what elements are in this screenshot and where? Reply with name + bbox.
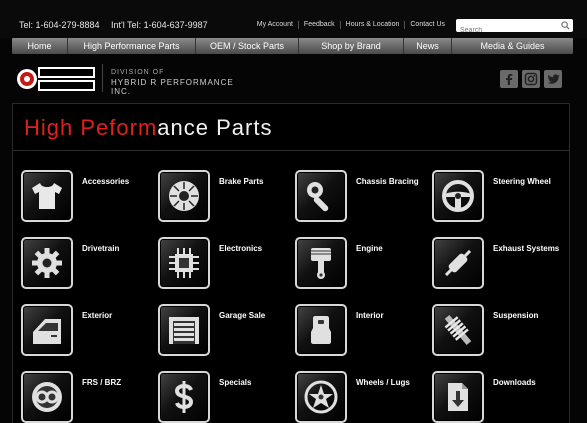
category-chassis-bracing[interactable]: Chassis Bracing	[295, 170, 425, 228]
category-label: Exterior	[82, 311, 113, 320]
search-box	[456, 19, 573, 37]
category-label: Garage Sale	[219, 311, 266, 320]
link-contact-us[interactable]: Contact Us	[404, 21, 450, 29]
category-label: Electronics	[219, 244, 263, 253]
seat-icon	[311, 316, 331, 344]
category-label: Downloads	[493, 378, 536, 387]
category-label: Specials	[219, 378, 252, 387]
steering-wheel-icon	[442, 180, 474, 212]
category-specials[interactable]: Specials	[158, 371, 288, 423]
category-steering-wheel[interactable]: Steering Wheel	[432, 170, 562, 228]
header-brand: DIVISION OF HYBRID R PERFORMANCE INC.	[16, 64, 256, 96]
division-label: DIVISION OF	[111, 69, 165, 76]
category-garage-sale[interactable]: Garage Sale	[158, 304, 288, 362]
chip-icon	[169, 248, 199, 278]
category-interior[interactable]: Interior	[295, 304, 425, 362]
category-exhaust-systems[interactable]: Exhaust Systems	[432, 237, 562, 295]
search-icon[interactable]	[561, 21, 570, 30]
category-exterior[interactable]: Exterior	[21, 304, 151, 362]
nav-oem-stock-parts[interactable]: OEM / Stock Parts	[196, 38, 299, 54]
twitter-icon[interactable]	[544, 70, 562, 88]
search-input[interactable]	[456, 24, 556, 37]
wheel-icon	[304, 380, 338, 414]
nav-home[interactable]: Home	[12, 38, 68, 54]
category-accessories[interactable]: Accessories	[21, 170, 151, 228]
wrench-icon	[307, 182, 329, 212]
category-label: Wheels / Lugs	[356, 378, 410, 387]
category-electronics[interactable]: Electronics	[158, 237, 288, 295]
link-my-account[interactable]: My Account	[252, 21, 298, 29]
utility-links: My Account Feedback Hours & Location Con…	[252, 21, 450, 29]
category-downloads[interactable]: Downloads	[432, 371, 562, 423]
main-nav: Home High Performance Parts OEM / Stock …	[12, 38, 573, 54]
link-feedback[interactable]: Feedback	[297, 21, 340, 29]
category-label: Interior	[356, 311, 384, 320]
gear-icon	[32, 248, 62, 278]
nav-news[interactable]: News	[404, 38, 452, 54]
category-label: Suspension	[493, 311, 539, 320]
top-bar: Tel: 1-604-279-8884 Int'l Tel: 1-604-637…	[0, 0, 587, 38]
instagram-icon[interactable]	[522, 70, 540, 88]
tshirt-icon	[32, 183, 62, 209]
category-wheels-lugs[interactable]: Wheels / Lugs	[295, 371, 425, 423]
brake-rotor-icon	[169, 181, 199, 211]
garage-icon	[169, 317, 199, 344]
frs-brz-logo-icon	[32, 382, 62, 412]
link-hours-location[interactable]: Hours & Location	[339, 21, 405, 29]
car-door-icon	[33, 319, 61, 344]
company-name: HYBRID R PERFORMANCE INC.	[111, 78, 234, 96]
muffler-icon	[444, 249, 472, 277]
category-drivetrain[interactable]: Drivetrain	[21, 237, 151, 295]
category-frs-brz[interactable]: FRS / BRZ	[21, 371, 151, 423]
download-icon	[448, 383, 468, 411]
coilover-icon	[444, 315, 472, 345]
intl-phone-number: Int'l Tel: 1-604-637-9987	[111, 20, 208, 30]
category-label: Engine	[356, 244, 383, 253]
dollar-icon	[174, 381, 194, 413]
title-divider	[13, 150, 569, 151]
category-label: FRS / BRZ	[82, 378, 122, 387]
category-label: Chassis Bracing	[356, 177, 419, 186]
nav-shop-by-brand[interactable]: Shop by Brand	[299, 38, 404, 54]
category-label: Accessories	[82, 177, 130, 186]
category-brake-parts[interactable]: Brake Parts	[158, 170, 288, 228]
category-suspension[interactable]: Suspension	[432, 304, 562, 362]
phone-number: Tel: 1-604-279-8884	[19, 20, 100, 30]
page-title: High Peformance Parts	[24, 115, 273, 140]
nav-media-guides[interactable]: Media & Guides	[452, 38, 573, 54]
content-panel: High Peformance Parts Accessories Brake …	[12, 103, 570, 423]
category-label: Exhaust Systems	[493, 244, 560, 253]
gearheads-logo[interactable]	[16, 66, 96, 92]
facebook-icon[interactable]	[500, 70, 518, 88]
category-label: Brake Parts	[219, 177, 264, 186]
nav-high-performance-parts[interactable]: High Performance Parts	[68, 38, 196, 54]
header-divider	[102, 64, 103, 92]
piston-icon	[311, 248, 331, 279]
category-label: Drivetrain	[82, 244, 120, 253]
category-engine[interactable]: Engine	[295, 237, 425, 295]
category-label: Steering Wheel	[493, 177, 551, 186]
